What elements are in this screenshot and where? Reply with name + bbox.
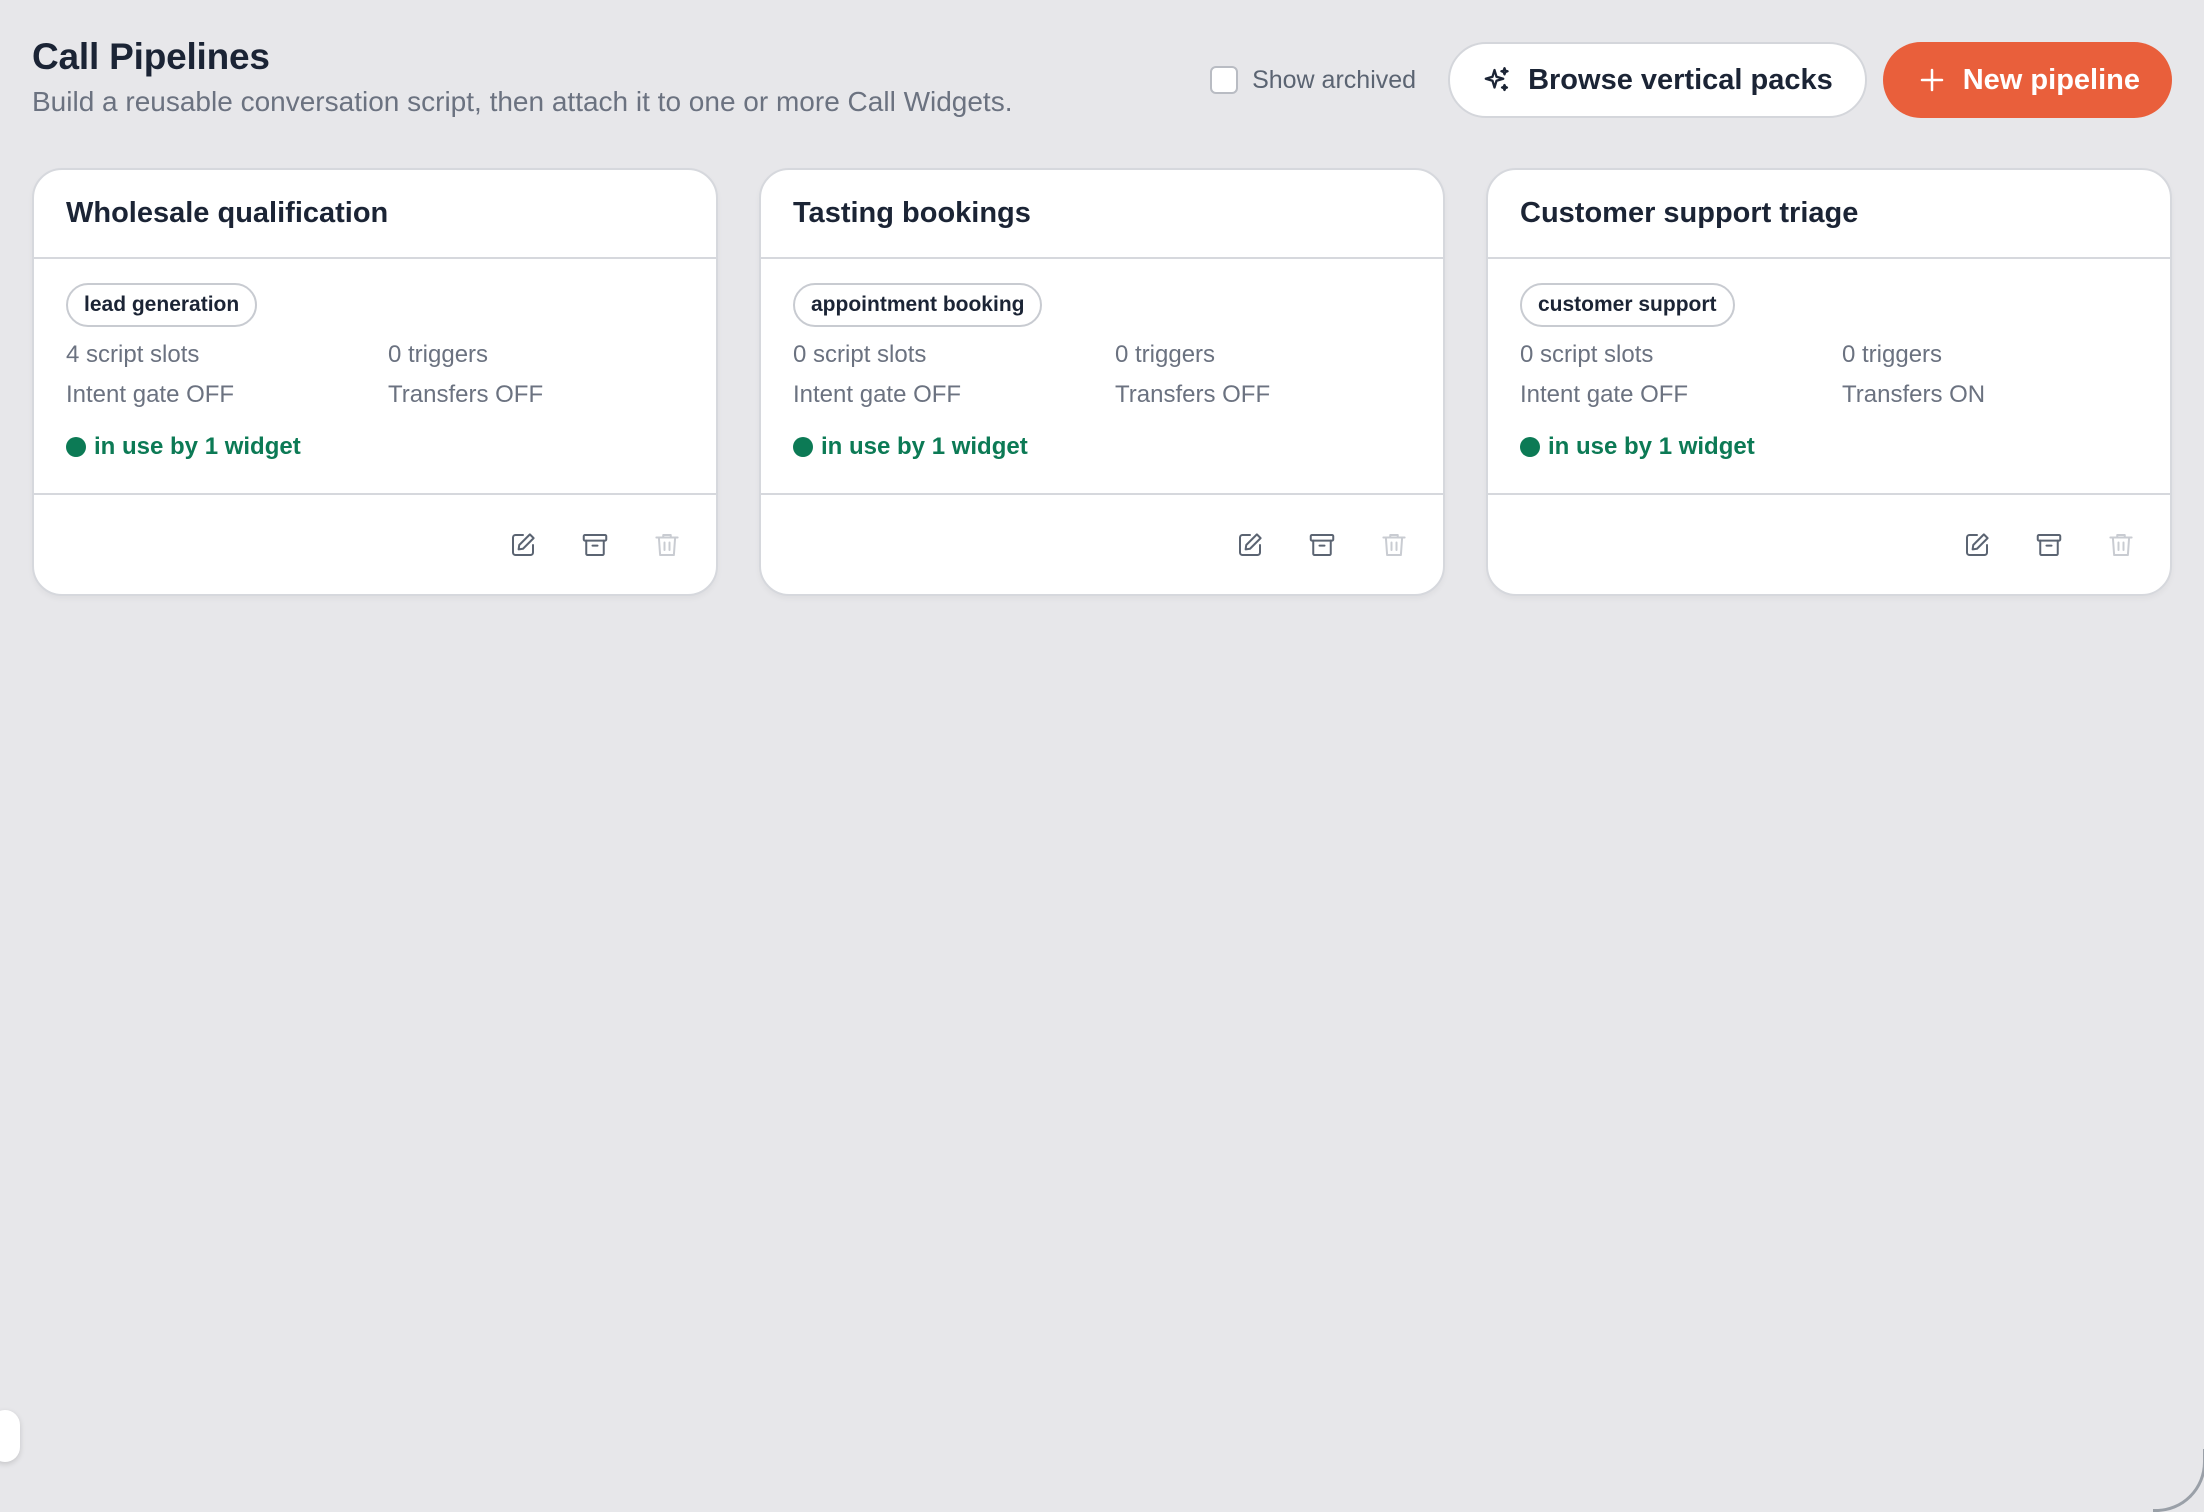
usage-status: in use by 1 widget: [66, 433, 684, 461]
card-actions: [761, 495, 1443, 594]
transfers-status: Transfers ON: [1842, 381, 1986, 408]
usage-status: in use by 1 widget: [793, 433, 1411, 461]
side-panel-handle[interactable]: [0, 1410, 20, 1462]
page-title: Call Pipelines: [32, 36, 270, 77]
card-body: appointment booking 0 script slots 0 tri…: [761, 259, 1443, 495]
usage-text: in use by 1 widget: [821, 433, 1028, 460]
usage-status: in use by 1 widget: [1520, 433, 2138, 461]
card-actions: [34, 495, 716, 594]
edit-icon[interactable]: [1962, 530, 1992, 560]
category-tag: customer support: [1520, 283, 1735, 327]
transfers-status: Transfers OFF: [388, 381, 544, 408]
usage-text: in use by 1 widget: [1548, 433, 1755, 460]
card-header: Tasting bookings: [761, 170, 1443, 259]
trash-icon[interactable]: [1379, 530, 1409, 560]
usage-text: in use by 1 widget: [94, 433, 301, 460]
card-title: Customer support triage: [1520, 197, 1859, 229]
card-stats: 0 script slots 0 triggers Intent gate OF…: [793, 337, 1411, 413]
pipeline-card[interactable]: Tasting bookings appointment booking 0 s…: [759, 168, 1445, 596]
archive-icon[interactable]: [2034, 530, 2064, 560]
card-actions: [1488, 495, 2170, 594]
trash-icon[interactable]: [2106, 530, 2136, 560]
card-body: lead generation 4 script slots 0 trigger…: [34, 259, 716, 495]
transfers-status: Transfers OFF: [1115, 381, 1271, 408]
status-dot-icon: [793, 437, 813, 457]
browse-vertical-packs-label: Browse vertical packs: [1528, 63, 1833, 96]
card-title: Wholesale qualification: [66, 197, 389, 229]
script-slots-count: 0 script slots: [793, 341, 927, 368]
card-body: customer support 0 script slots 0 trigge…: [1488, 259, 2170, 495]
status-dot-icon: [1520, 437, 1540, 457]
card-header: Customer support triage: [1488, 170, 2170, 259]
script-slots-count: 0 script slots: [1520, 341, 1654, 368]
show-archived-toggle[interactable]: Show archived: [1210, 66, 1416, 95]
card-stats: 0 script slots 0 triggers Intent gate OF…: [1520, 337, 2138, 413]
edit-icon[interactable]: [1235, 530, 1265, 560]
show-archived-label: Show archived: [1252, 65, 1417, 94]
pipeline-card-list: Wholesale qualification lead generation …: [32, 168, 2172, 596]
sparkles-icon: [1482, 65, 1512, 95]
card-header: Wholesale qualification: [34, 170, 716, 259]
triggers-count: 0 triggers: [1115, 341, 1216, 368]
archive-icon[interactable]: [580, 530, 610, 560]
status-dot-icon: [66, 437, 86, 457]
card-title: Tasting bookings: [793, 197, 1031, 229]
new-pipeline-label: New pipeline: [1962, 63, 2140, 96]
script-slots-count: 4 script slots: [66, 341, 200, 368]
show-archived-checkbox[interactable]: [1210, 66, 1239, 94]
page-subtitle: Build a reusable conversation script, th…: [32, 86, 1013, 117]
toolbar: Show archived Browse vertical packs New …: [1210, 42, 2172, 118]
trash-icon[interactable]: [652, 530, 682, 560]
pipeline-card[interactable]: Wholesale qualification lead generation …: [32, 168, 718, 596]
category-tag: appointment booking: [793, 283, 1043, 327]
plus-icon: [1917, 65, 1947, 95]
intent-gate-status: Intent gate OFF: [1520, 381, 1689, 408]
new-pipeline-button[interactable]: New pipeline: [1882, 42, 2172, 118]
intent-gate-status: Intent gate OFF: [66, 381, 235, 408]
window-corner: [2153, 1449, 2204, 1512]
triggers-count: 0 triggers: [1842, 341, 1943, 368]
edit-icon[interactable]: [508, 530, 538, 560]
archive-icon[interactable]: [1307, 530, 1337, 560]
browse-vertical-packs-button[interactable]: Browse vertical packs: [1448, 42, 1867, 118]
pipeline-card[interactable]: Customer support triage customer support…: [1486, 168, 2172, 596]
intent-gate-status: Intent gate OFF: [793, 381, 962, 408]
category-tag: lead generation: [66, 283, 258, 327]
triggers-count: 0 triggers: [388, 341, 489, 368]
page-header: Call Pipelines Build a reusable conversa…: [32, 34, 1013, 120]
card-stats: 4 script slots 0 triggers Intent gate OF…: [66, 337, 684, 413]
